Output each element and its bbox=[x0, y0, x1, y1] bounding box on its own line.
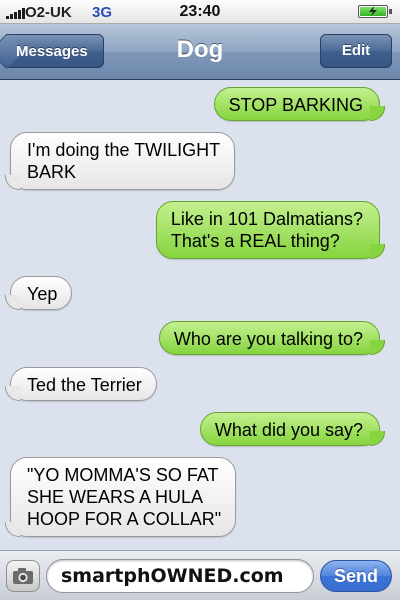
message-bubble-outgoing[interactable]: STOP BARKING bbox=[213, 87, 386, 121]
message-line: "YO MOMMA'S SO FAT bbox=[27, 465, 219, 485]
battery-charging-icon bbox=[358, 5, 392, 18]
message-bubble-incoming[interactable]: "YO MOMMA'S SO FAT SHE WEARS A HULA HOOP… bbox=[4, 457, 237, 537]
message-bubble-incoming[interactable]: I'm doing the TWILIGHT BARK bbox=[4, 132, 236, 190]
message-thread[interactable]: STOP BARKING I'm doing the TWILIGHT BARK… bbox=[0, 80, 400, 550]
message-line: STOP BARKING bbox=[228, 95, 363, 115]
message-line: SHE WEARS A HULA bbox=[27, 487, 204, 507]
message-line: Ted the Terrier bbox=[27, 375, 142, 395]
status-bar: O2-UK 3G 23:40 bbox=[0, 0, 400, 24]
camera-icon bbox=[13, 568, 33, 584]
message-line: Like in 101 Dalmatians? bbox=[170, 209, 363, 229]
message-bubble-outgoing[interactable]: Like in 101 Dalmatians? That's a REAL th… bbox=[155, 201, 386, 259]
message-line: That's a REAL thing? bbox=[170, 231, 340, 251]
compose-bar: smartphOWNED.com Send bbox=[0, 550, 400, 600]
send-button[interactable]: Send bbox=[320, 560, 392, 592]
message-bubble-outgoing[interactable]: Who are you talking to? bbox=[158, 321, 386, 355]
message-line: I'm doing the TWILIGHT bbox=[27, 140, 221, 160]
edit-button[interactable]: Edit bbox=[320, 34, 392, 68]
nav-bar: Messages Dog Edit bbox=[0, 24, 400, 80]
status-time: 23:40 bbox=[179, 3, 221, 20]
message-line: HOOP FOR A COLLAR" bbox=[27, 509, 222, 529]
message-bubble-incoming[interactable]: Ted the Terrier bbox=[5, 367, 157, 401]
message-line: BARK bbox=[27, 162, 77, 182]
message-bubble-outgoing[interactable]: What did you say? bbox=[199, 412, 386, 446]
message-line: Who are you talking to? bbox=[173, 329, 363, 349]
message-line: What did you say? bbox=[214, 420, 363, 440]
camera-button[interactable] bbox=[6, 560, 40, 592]
message-input[interactable]: smartphOWNED.com bbox=[46, 559, 314, 593]
message-bubble-incoming[interactable]: Yep bbox=[4, 276, 73, 310]
message-line: Yep bbox=[27, 284, 58, 304]
